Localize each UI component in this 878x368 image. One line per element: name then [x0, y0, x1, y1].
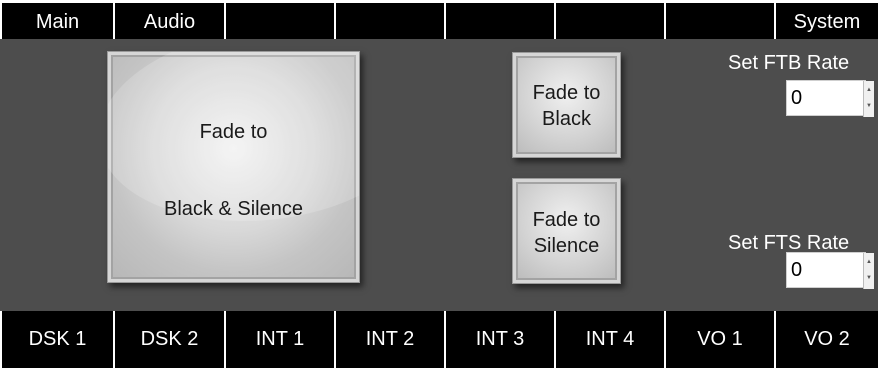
ftb-rate-spin-arrows[interactable]: ▲ ▼: [863, 81, 874, 117]
ftb-rate-value[interactable]: 0: [791, 87, 802, 110]
fade-to-silence-button[interactable]: Fade to Silence: [512, 178, 621, 284]
tab-dsk-2[interactable]: DSK 2: [115, 311, 224, 368]
button-label-line-2: Black: [542, 108, 591, 130]
tab-empty-4[interactable]: [336, 3, 444, 39]
tab-empty-7[interactable]: [666, 3, 774, 39]
ftb-rate-spinbox[interactable]: 0 ▲ ▼: [786, 80, 874, 117]
ftb-rate-label: Set FTB Rate: [728, 52, 850, 74]
spin-down-icon[interactable]: ▼: [866, 103, 872, 109]
tab-int-1[interactable]: INT 1: [226, 311, 334, 368]
button-label-line-1: Fade to: [199, 121, 268, 143]
fts-rate-spinbox[interactable]: 0 ▲ ▼: [786, 252, 874, 289]
tab-empty-6[interactable]: [556, 3, 664, 39]
spin-down-icon[interactable]: ▼: [866, 275, 872, 281]
button-label-line-2: Black & Silence: [164, 198, 303, 220]
tab-empty-5[interactable]: [446, 3, 554, 39]
fts-rate-spin-arrows[interactable]: ▲ ▼: [863, 253, 874, 289]
tab-int-2[interactable]: INT 2: [336, 311, 444, 368]
button-label-line-1: Fade to: [532, 209, 601, 231]
tab-main[interactable]: Main: [2, 3, 113, 39]
spin-up-icon[interactable]: ▲: [866, 259, 872, 265]
tab-int-3[interactable]: INT 3: [446, 311, 554, 368]
button-label-line-2: Silence: [533, 235, 600, 257]
fade-to-black-and-silence-button[interactable]: Fade to Black & Silence: [107, 51, 360, 283]
tab-vo-1[interactable]: VO 1: [666, 311, 774, 368]
tab-vo-2[interactable]: VO 2: [776, 311, 878, 368]
bottom-tab-bar: DSK 1 DSK 2 INT 1 INT 2 INT 3 INT 4 VO 1…: [0, 311, 878, 368]
top-tab-bar: Main Audio System: [0, 0, 878, 39]
tab-audio[interactable]: Audio: [115, 3, 224, 39]
spin-up-icon[interactable]: ▲: [866, 87, 872, 93]
button-label-line-1: Fade to: [532, 82, 601, 104]
tab-dsk-1[interactable]: DSK 1: [2, 311, 113, 368]
fts-rate-value[interactable]: 0: [791, 259, 802, 282]
tab-int-4[interactable]: INT 4: [556, 311, 664, 368]
tab-system[interactable]: System: [776, 3, 878, 39]
fade-to-black-button[interactable]: Fade to Black: [512, 52, 621, 158]
tab-empty-3[interactable]: [226, 3, 334, 39]
